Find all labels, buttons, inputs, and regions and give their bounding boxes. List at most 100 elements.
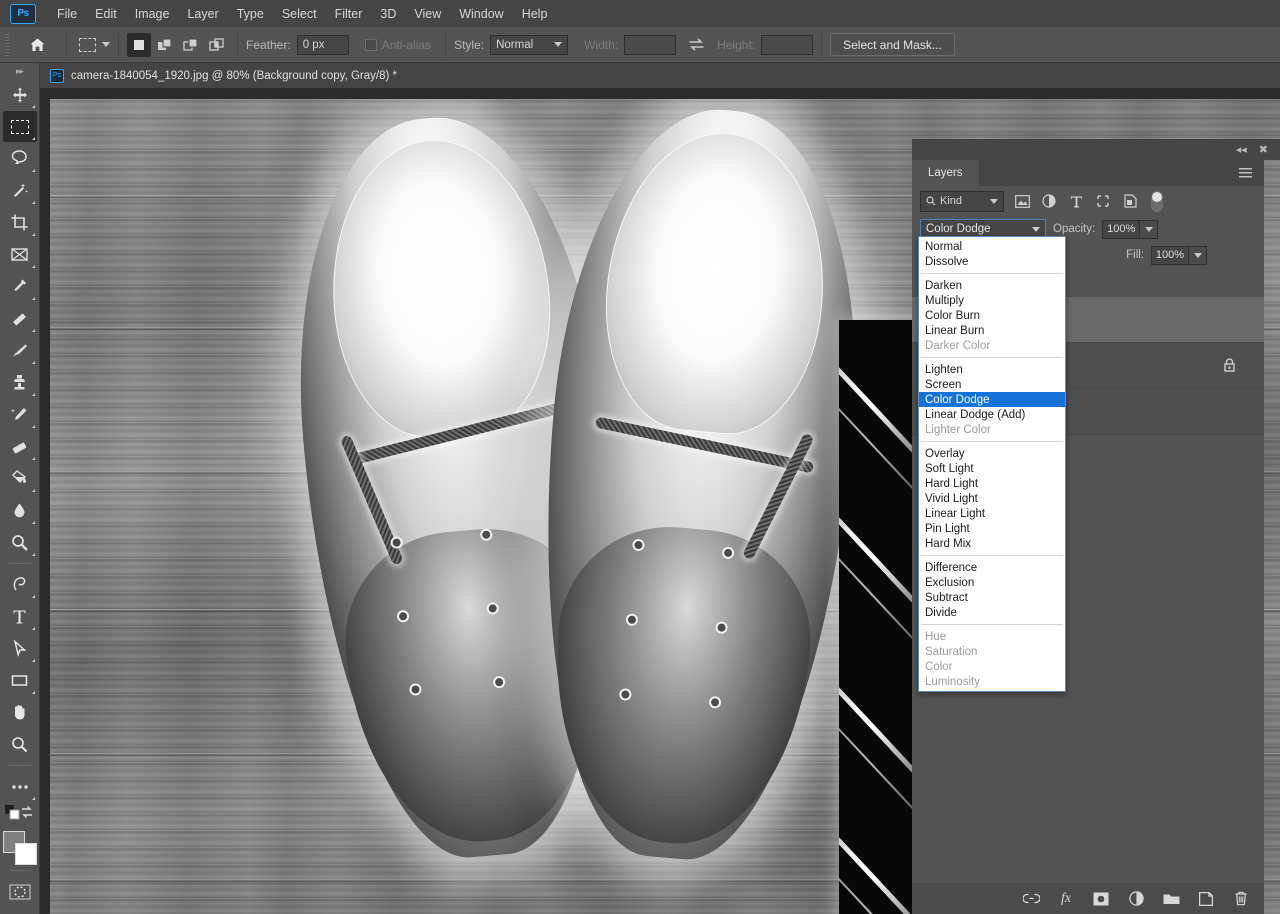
blend-option-screen[interactable]: Screen xyxy=(919,377,1065,392)
blend-option-normal[interactable]: Normal xyxy=(919,239,1065,254)
background-color-swatch[interactable] xyxy=(14,843,37,865)
type-tool[interactable] xyxy=(3,601,37,632)
fx-icon[interactable]: fx xyxy=(1057,890,1075,908)
crop-tool[interactable] xyxy=(3,207,37,238)
new-fill-adjustment-layer-icon[interactable] xyxy=(1127,890,1145,908)
height-input[interactable] xyxy=(761,34,814,55)
intersect-with-selection-button[interactable] xyxy=(205,33,229,57)
filter-adjustment-layers-button[interactable] xyxy=(1040,192,1058,210)
blend-option-pin-light[interactable]: Pin Light xyxy=(919,521,1065,536)
width-input[interactable] xyxy=(624,34,677,55)
eyedropper-tool[interactable] xyxy=(3,271,37,302)
home-icon[interactable] xyxy=(22,31,52,59)
default-foreground-background-icon[interactable] xyxy=(5,805,20,825)
blend-option-linear-dodge-add[interactable]: Linear Dodge (Add) xyxy=(919,407,1065,422)
document-tab[interactable]: Ps camera-1840054_1920.jpg @ 80% (Backgr… xyxy=(40,63,1280,89)
rectangle-tool[interactable] xyxy=(3,665,37,696)
blend-option-linear-burn[interactable]: Linear Burn xyxy=(919,323,1065,338)
tab-layers[interactable]: Layers xyxy=(912,160,979,186)
menu-edit[interactable]: Edit xyxy=(86,3,126,25)
opacity-value[interactable]: 100% xyxy=(1102,219,1141,239)
new-selection-button[interactable] xyxy=(127,32,151,57)
menu-window[interactable]: Window xyxy=(450,3,512,25)
add-to-selection-button[interactable] xyxy=(153,33,177,57)
screen-mode-button[interactable] xyxy=(3,908,37,914)
filter-pixel-layers-button[interactable] xyxy=(1013,192,1031,210)
rectangular-marquee-tool[interactable] xyxy=(2,111,37,142)
blur-tool[interactable] xyxy=(3,495,37,526)
filter-shape-layers-button[interactable] xyxy=(1094,192,1112,210)
opacity-stepper[interactable] xyxy=(1140,219,1159,239)
move-tool[interactable] xyxy=(3,79,37,110)
collapse-to-icons-icon[interactable]: ◂◂ xyxy=(1236,143,1247,156)
clone-stamp-tool[interactable] xyxy=(3,367,37,398)
feather-input[interactable]: 0 px xyxy=(296,34,349,55)
filter-enable-toggle[interactable] xyxy=(1151,190,1163,212)
blend-option-lighten[interactable]: Lighten xyxy=(919,362,1065,377)
gradient-tool[interactable] xyxy=(3,463,37,494)
path-selection-tool[interactable] xyxy=(3,633,37,664)
history-brush-tool[interactable] xyxy=(3,399,37,430)
fill-value[interactable]: 100% xyxy=(1151,245,1189,265)
brush-tool[interactable] xyxy=(3,335,37,366)
subtract-from-selection-button[interactable] xyxy=(179,33,203,57)
filter-type-layers-button[interactable] xyxy=(1067,192,1085,210)
blend-option-linear-light[interactable]: Linear Light xyxy=(919,506,1065,521)
zoom-tool[interactable] xyxy=(3,729,37,760)
fill-stepper[interactable] xyxy=(1189,245,1207,265)
blend-option-overlay[interactable]: Overlay xyxy=(919,446,1065,461)
trash-icon[interactable] xyxy=(1232,890,1250,908)
panel-menu-icon[interactable] xyxy=(1239,168,1252,178)
menu-file[interactable]: File xyxy=(48,3,86,25)
new-layer-icon[interactable] xyxy=(1197,890,1215,908)
blend-option-hard-mix[interactable]: Hard Mix xyxy=(919,536,1065,551)
blend-option-difference[interactable]: Difference xyxy=(919,560,1065,575)
color-swatches[interactable] xyxy=(2,831,37,865)
object-selection-tool[interactable] xyxy=(3,175,37,206)
hand-tool[interactable] xyxy=(3,697,37,728)
filter-kind-select[interactable]: Kind xyxy=(920,190,1004,212)
blend-option-exclusion[interactable]: Exclusion xyxy=(919,575,1065,590)
menu-layer[interactable]: Layer xyxy=(178,3,227,25)
swap-foreground-background-icon[interactable] xyxy=(20,805,34,825)
blend-option-dissolve[interactable]: Dissolve xyxy=(919,254,1065,269)
menu-image[interactable]: Image xyxy=(126,3,179,25)
dodge-tool[interactable] xyxy=(3,527,37,558)
mask-icon[interactable] xyxy=(1092,890,1110,908)
blend-option-divide[interactable]: Divide xyxy=(919,605,1065,620)
blend-option-darken[interactable]: Darken xyxy=(919,278,1065,293)
filter-smart-objects-button[interactable] xyxy=(1121,192,1139,210)
pen-tool[interactable] xyxy=(3,569,37,600)
expand-panel-icon[interactable]: ▸▸ xyxy=(0,63,39,79)
tool-preset-picker[interactable] xyxy=(75,37,110,52)
blend-option-subtract[interactable]: Subtract xyxy=(919,590,1065,605)
frame-tool[interactable] xyxy=(3,239,37,270)
options-bar: Feather: 0 px Anti-alias Style: Normal W… xyxy=(0,27,1280,63)
select-and-mask-button[interactable]: Select and Mask... xyxy=(830,33,955,56)
options-bar-grip[interactable] xyxy=(3,33,12,56)
spot-healing-brush-tool[interactable] xyxy=(3,303,37,334)
link-icon[interactable] xyxy=(1022,890,1040,908)
close-icon[interactable]: ✖ xyxy=(1259,143,1268,156)
folder-icon[interactable] xyxy=(1162,890,1180,908)
blend-option-vivid-light[interactable]: Vivid Light xyxy=(919,491,1065,506)
blend-option-hard-light[interactable]: Hard Light xyxy=(919,476,1065,491)
menu-type[interactable]: Type xyxy=(228,3,273,25)
blend-mode-dropdown-menu[interactable]: Normal Dissolve Darken Multiply Color Bu… xyxy=(918,236,1066,692)
lasso-tool[interactable] xyxy=(3,143,37,174)
anti-alias-checkbox[interactable] xyxy=(364,38,377,51)
blend-option-soft-light[interactable]: Soft Light xyxy=(919,461,1065,476)
menu-filter[interactable]: Filter xyxy=(326,3,372,25)
menu-help[interactable]: Help xyxy=(513,3,557,25)
eraser-tool[interactable] xyxy=(3,431,37,462)
menu-3d[interactable]: 3D xyxy=(371,3,405,25)
blend-option-color-dodge[interactable]: Color Dodge xyxy=(919,392,1065,407)
blend-option-color-burn[interactable]: Color Burn xyxy=(919,308,1065,323)
menu-view[interactable]: View xyxy=(405,3,450,25)
swap-width-height-icon[interactable] xyxy=(688,38,705,52)
style-select[interactable]: Normal xyxy=(490,34,569,55)
menu-select[interactable]: Select xyxy=(273,3,326,25)
edit-toolbar-button[interactable] xyxy=(3,771,37,802)
blend-option-multiply[interactable]: Multiply xyxy=(919,293,1065,308)
quick-mask-button[interactable] xyxy=(3,876,37,907)
